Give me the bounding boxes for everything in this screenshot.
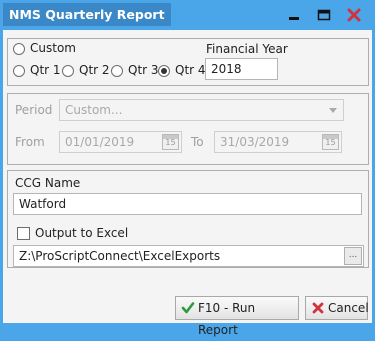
run-report-button[interactable]: F10 - Run Report [175,296,299,337]
cancel-label: Cancel [328,301,369,315]
period-value: Custom... [65,103,123,117]
to-date-value: 31/03/2019 [220,135,290,149]
close-icon [312,302,324,314]
ccg-name-input[interactable]: Watford [13,193,362,215]
output-excel-checkbox[interactable] [17,227,30,240]
chevron-down-icon [329,108,337,113]
qtr3-radio[interactable] [111,65,123,77]
qtr1-label: Qtr 1 [30,63,61,77]
qtr3-label: Qtr 3 [128,63,159,77]
run-report-label: F10 - Run Report [198,301,256,337]
minimize-icon[interactable] [285,6,303,24]
qtr2-label: Qtr 2 [79,63,110,77]
calendar-icon[interactable]: 15 [162,134,179,150]
from-label: From [15,135,45,149]
date-range-group: Period Custom... From 01/01/2019 15 To 3… [7,93,369,165]
qtr2-radio[interactable] [62,65,74,77]
options-group: CCG Name Watford Output to Excel Z:\ProS… [7,170,369,268]
maximize-icon[interactable] [315,6,333,24]
window-title: NMS Quarterly Report [3,3,171,26]
dialog-body: Custom Qtr 1 Qtr 2 Qtr 3 Qtr 4 Financial… [3,30,372,337]
cancel-button[interactable]: Cancel [305,296,369,320]
qtr4-label: Qtr 4 [175,63,206,77]
title-bar[interactable]: NMS Quarterly Report [0,0,375,30]
calendar-icon[interactable]: 15 [322,134,339,150]
custom-label: Custom [30,41,76,55]
browse-button[interactable]: ... [344,247,362,265]
output-excel-label: Output to Excel [35,226,129,240]
to-date-input[interactable]: 31/03/2019 15 [214,131,342,153]
qtr1-radio[interactable] [13,65,25,77]
checkmark-icon [181,302,195,314]
ccg-name-label: CCG Name [15,176,81,190]
period-dropdown[interactable]: Custom... [59,99,344,121]
financial-year-label: Financial Year [206,42,288,56]
from-date-input[interactable]: 01/01/2019 15 [59,131,182,153]
quarter-group: Custom Qtr 1 Qtr 2 Qtr 3 Qtr 4 Financial… [7,38,369,86]
period-label: Period [15,103,53,117]
qtr4-radio[interactable] [158,65,170,77]
custom-radio[interactable] [13,43,25,55]
financial-year-input[interactable]: 2018 [205,58,278,80]
from-date-value: 01/01/2019 [65,135,135,149]
export-path-input[interactable]: Z:\ProScriptConnect\ExcelExports [13,245,364,267]
dialog-window: NMS Quarterly Report Custom Qtr 1 Qtr 2 … [0,0,375,337]
close-icon[interactable] [345,6,363,24]
to-label: To [191,135,204,149]
